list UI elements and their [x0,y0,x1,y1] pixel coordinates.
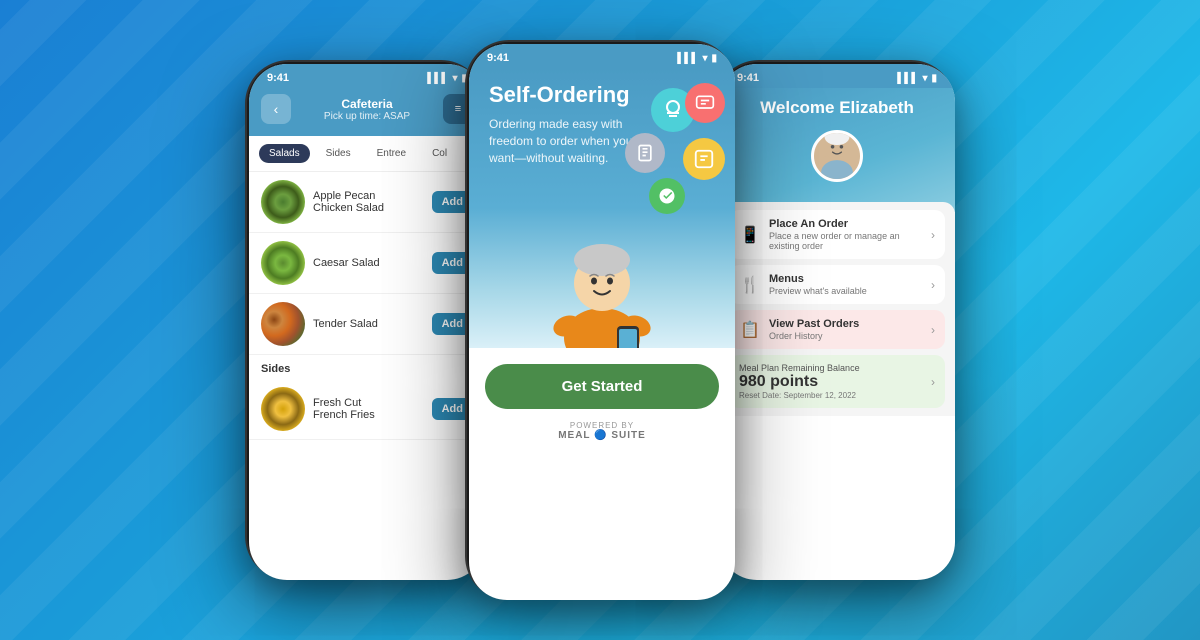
menus-text: Menus Preview what's available [769,273,923,296]
meal-plan-text: Meal Plan Remaining Balance 980 points R… [739,363,923,400]
phones-container: 9:41 ▌▌▌ ▾ ▮ ‹ Cafeteria Pick up time: A… [0,0,1200,640]
meal-plan-label: Meal Plan Remaining Balance [739,363,923,373]
tab-salads[interactable]: Salads [259,144,310,163]
menus-title: Menus [769,273,923,285]
wifi-icon-r: ▾ [922,73,927,84]
floating-icons [615,78,725,198]
pickup-subtitle: Pick up time: ASAP [324,111,410,122]
category-tabs: Salads Sides Entree Col › [249,136,485,172]
status-bar-center: 9:41 ▌▌▌ ▾ ▮ [469,44,735,68]
cafeteria-title: Cafeteria [324,97,410,111]
clipboard-float-icon [625,133,665,173]
avatar [811,130,863,182]
phone-center-screen: 9:41 ▌▌▌ ▾ ▮ Self-Ordering Ordering made… [469,44,735,600]
meal-plan-card[interactable]: Meal Plan Remaining Balance 980 points R… [729,355,945,408]
fork-knife-icon: 🍴 [739,275,761,295]
past-orders-card[interactable]: 📋 View Past Orders Order History › [729,310,945,349]
chevron-right-icon-1: › [931,228,935,242]
clipboard-icon: 📋 [739,320,761,340]
apple-pecan-image [261,180,305,224]
signal-icon: ▌▌▌ [427,73,448,84]
calendar-float-icon [683,138,725,180]
past-orders-title: View Past Orders [769,318,923,330]
caesar-name: Caesar Salad [313,257,424,269]
place-order-card[interactable]: 📱 Place An Order Place a new order or ma… [729,210,945,259]
tab-sides[interactable]: Sides [316,144,361,163]
right-hero: Welcome Elizabeth [719,88,955,212]
place-order-subtitle: Place a new order or manage an existing … [769,231,923,251]
header-title: Cafeteria Pick up time: ASAP [324,97,410,122]
center-content: Get Started POWERED BY MEAL 🔵 SUITE [469,348,735,457]
time-right: 9:41 [737,72,759,84]
caesar-image [261,241,305,285]
message-float-icon [685,83,725,123]
battery-icon-r: ▮ [931,73,937,84]
welcome-text: Welcome Elizabeth [733,98,941,118]
apple-pecan-name: Apple PecanChicken Salad [313,190,424,214]
menu-item-tender: Tender Salad Add [249,294,485,355]
menus-subtitle: Preview what's available [769,286,923,296]
phone-center: 9:41 ▌▌▌ ▾ ▮ Self-Ordering Ordering made… [465,40,735,600]
tab-entree[interactable]: Entree [367,144,416,163]
status-bar-right: 9:41 ▌▌▌ ▾ ▮ [719,64,955,88]
phone-left: 9:41 ▌▌▌ ▾ ▮ ‹ Cafeteria Pick up time: A… [245,60,485,580]
status-icons-center: ▌▌▌ ▾ ▮ [677,53,717,64]
place-order-title: Place An Order [769,218,923,230]
left-header: ‹ Cafeteria Pick up time: ASAP ≡ [249,88,485,136]
fries-name: Fresh CutFrench Fries [313,397,424,421]
time-left: 9:41 [267,72,289,84]
phone-left-screen: 9:41 ▌▌▌ ▾ ▮ ‹ Cafeteria Pick up time: A… [249,64,485,580]
chevron-right-icon-3: › [931,323,935,337]
right-menu-cards: 📱 Place An Order Place a new order or ma… [719,202,955,416]
signal-icon-c: ▌▌▌ [677,53,698,64]
menu-item-apple-pecan: Apple PecanChicken Salad Add [249,172,485,233]
menu-item-caesar: Caesar Salad Add [249,233,485,294]
menu-items-list: Apple PecanChicken Salad Add Caesar Sala… [249,172,485,440]
battery-icon-c: ▮ [711,53,717,64]
chevron-right-icon-2: › [931,278,935,292]
back-button[interactable]: ‹ [261,94,291,124]
wifi-icon-c: ▾ [702,53,707,64]
meal-plan-reset: Reset Date: September 12, 2022 [739,391,923,400]
meal-plan-points: 980 points [739,373,923,391]
sides-section-header: Sides [249,355,485,379]
powered-by-label: POWERED BY MEAL 🔵 SUITE [558,421,646,441]
status-bar-left: 9:41 ▌▌▌ ▾ ▮ [249,64,485,88]
character-illustration [537,208,667,348]
fries-image [261,387,305,431]
tender-name: Tender Salad [313,318,424,330]
center-hero: Self-Ordering Ordering made easy with fr… [469,68,735,348]
tab-col[interactable]: Col [422,144,457,163]
past-orders-text: View Past Orders Order History [769,318,923,341]
menu-item-fries: Fresh CutFrench Fries Add [249,379,485,440]
status-icons-right: ▌▌▌ ▾ ▮ [897,73,937,84]
status-icons-left: ▌▌▌ ▾ ▮ [427,73,467,84]
past-orders-subtitle: Order History [769,331,923,341]
phone-right-screen: 9:41 ▌▌▌ ▾ ▮ Welcome Elizabeth [719,64,955,580]
menus-card[interactable]: 🍴 Menus Preview what's available › [729,265,945,304]
chevron-right-icon-4: › [931,375,935,389]
tender-image [261,302,305,346]
phone-order-icon: 📱 [739,225,761,245]
get-started-button[interactable]: Get Started [485,364,719,409]
place-order-text: Place An Order Place a new order or mana… [769,218,923,251]
time-center: 9:41 [487,52,509,64]
signal-icon-r: ▌▌▌ [897,73,918,84]
wifi-icon: ▾ [452,73,457,84]
phone-right: 9:41 ▌▌▌ ▾ ▮ Welcome Elizabeth [715,60,955,580]
